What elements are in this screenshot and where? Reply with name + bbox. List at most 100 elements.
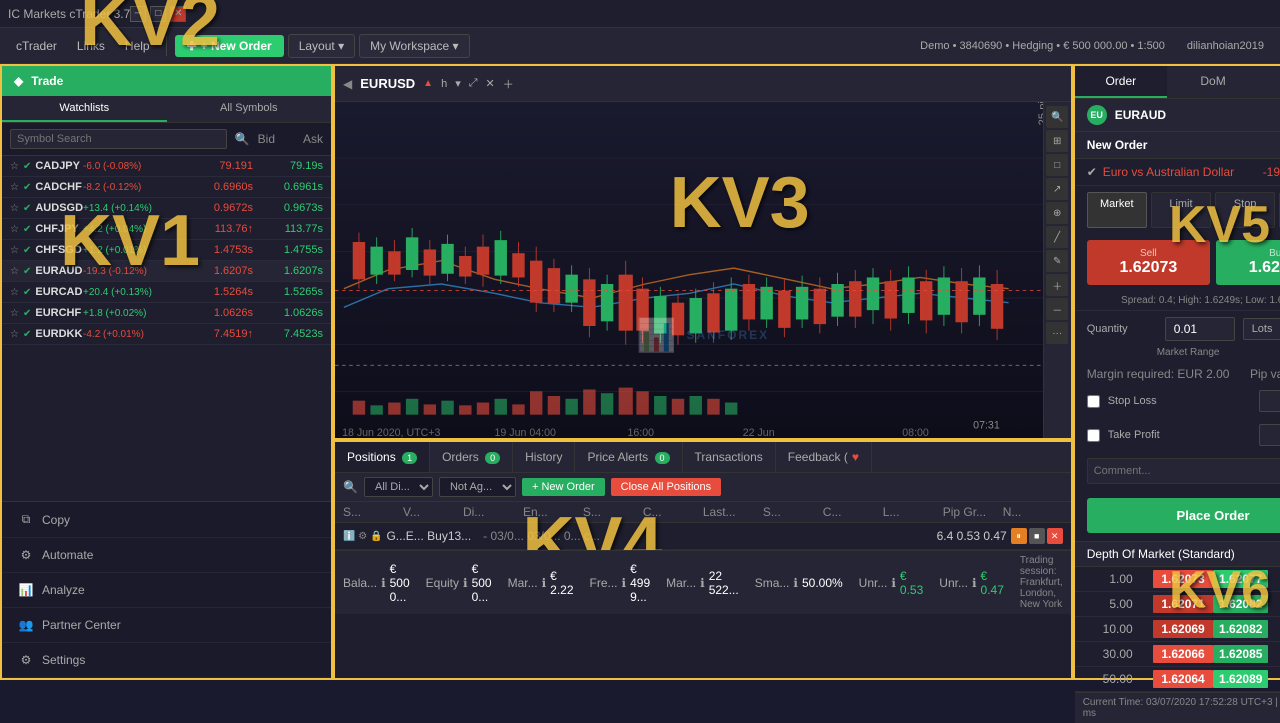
star-icon: ☆ (10, 161, 19, 172)
position-actions: ⏸ ■ ✕ (1011, 528, 1063, 544)
pause-button[interactable]: ⏸ (1011, 528, 1027, 544)
info-icon-7: ℹ (891, 576, 896, 590)
take-profit-checkbox[interactable] (1087, 429, 1100, 442)
star-icon: ☆ (10, 308, 19, 319)
star-icon: ☆ (10, 245, 19, 256)
pair-change: -19.3 (-0.12%) (1263, 165, 1280, 179)
arrow-icon[interactable]: ↗ (1046, 178, 1068, 200)
symbol-ask: 7.4523s (253, 328, 323, 340)
row-info: ℹ️ ⚙ 🔒 G...E... Buy13... - 03/0... 03/0.… (343, 528, 1063, 544)
dom-ask-value[interactable]: 1.62089 (1213, 670, 1268, 688)
dom-bid-value[interactable]: 1.62066 (1153, 645, 1213, 663)
order-type-market[interactable]: Market (1087, 192, 1147, 228)
pip-value-label: Pip value: € 0.06 (1250, 367, 1280, 381)
tab-orders[interactable]: Orders 0 (430, 442, 513, 472)
partner-center-menu-item[interactable]: 👥 Partner Center (2, 608, 331, 643)
bottom-toolbar: 🔍 All Di... Not Ag... + New Order Close … (335, 473, 1071, 502)
automate-menu-item[interactable]: ⚙ Automate (2, 538, 331, 573)
stop-loss-checkbox[interactable] (1087, 395, 1100, 408)
dom-ask-value[interactable]: 1.62082 (1213, 620, 1268, 638)
chart-close-icon[interactable]: ✕ (486, 77, 495, 90)
minus-icon[interactable]: － (1046, 298, 1068, 320)
dom-section: Depth Of Market (Standard) ▲ 1.00 1.6207… (1075, 541, 1280, 723)
take-profit-input[interactable] (1259, 424, 1280, 446)
stat-free-label: Fre... (590, 576, 618, 590)
symbol-ask: 0.9673s (253, 202, 323, 214)
dom-ask-value[interactable]: 1.62085 (1213, 645, 1268, 663)
dom-bid-value[interactable]: 1.62069 (1153, 620, 1213, 638)
list-item[interactable]: ☆ ✔ EURDKK -4.2 (+0.01%) 7.4519↑ 7.4523s (2, 324, 331, 345)
symbol-bid: 1.0626s (183, 307, 253, 319)
check-icon: ✔ (23, 245, 31, 256)
svg-text:07:31: 07:31 (973, 419, 1000, 431)
lots-dropdown[interactable]: Lots (1243, 318, 1280, 340)
tab-history[interactable]: History (513, 442, 575, 472)
tab-feedback[interactable]: Feedback ( ♥ (776, 442, 872, 472)
list-item[interactable]: ☆ ✔ EURCAD +20.4 (+0.13%) 1.5264s 1.5265… (2, 282, 331, 303)
ask-header: Ask (303, 132, 323, 146)
symbol-ask: 1.6207s (253, 265, 323, 277)
check-icon: ✔ (23, 308, 31, 319)
search-input[interactable] (10, 129, 227, 149)
order-desc: ✔ Euro vs Australian Dollar -19.3 (-0.12… (1075, 159, 1280, 186)
analyze-menu-item[interactable]: 📊 Analyze (2, 573, 331, 608)
tab-dom[interactable]: DoM (1167, 66, 1259, 98)
tab-price-alerts[interactable]: Price Alerts 0 (575, 442, 682, 472)
filter-agg-dropdown[interactable]: Not Ag... (439, 477, 516, 497)
stat-sma: Sma... ℹ 50.00% (755, 555, 843, 610)
check-icon: ✔ (23, 287, 31, 298)
symbol-change: +1.8 (+0.02%) (83, 308, 183, 319)
stat-sma-value: 50.00% (802, 576, 843, 590)
comment-input[interactable] (1087, 458, 1280, 484)
plus-icon[interactable]: ＋ (1046, 274, 1068, 296)
close-button[interactable]: ✕ (1047, 528, 1063, 544)
line-icon[interactable]: ╱ (1046, 226, 1068, 248)
stop-loss-input[interactable] (1259, 390, 1280, 412)
symbol-change: +20.4 (+0.13%) (83, 287, 183, 298)
list-item[interactable]: ☆ ✔ CADJPY -6.0 (-0.08%) 79.191 79.19s (2, 156, 331, 177)
bottom-new-order-button[interactable]: + New Order (522, 478, 605, 496)
quantity-input[interactable] (1165, 317, 1235, 341)
chart-symbol[interactable]: EURUSD (360, 76, 415, 91)
filter-all-dropdown[interactable]: All Di... (364, 477, 433, 497)
close-all-positions-button[interactable]: Close All Positions (611, 478, 722, 496)
list-item[interactable]: ☆ ✔ EURCHF +1.8 (+0.02%) 1.0626s 1.0626s (2, 303, 331, 324)
zoom-in-icon[interactable]: 🔍 (1046, 106, 1068, 128)
list-item[interactable]: ☆ ✔ CADCHF -8.2 (-0.12%) 0.6960s 0.6961s (2, 177, 331, 198)
settings-menu-item[interactable]: ⚙ Settings (2, 643, 331, 678)
chart-nav-icon[interactable]: ◀ (343, 77, 352, 91)
copy-menu-item[interactable]: ⧉ Copy (2, 502, 331, 538)
workspace-button[interactable]: My Workspace ▾ (359, 34, 470, 58)
layout-button[interactable]: Layout ▾ (288, 34, 355, 58)
check-icon: ✔ (23, 224, 31, 235)
stat-unr1-label: Unr... (859, 576, 888, 590)
chart-tf-dropdown[interactable]: ▾ (455, 77, 461, 90)
dom-bid-value[interactable]: 1.62064 (1153, 670, 1213, 688)
pen-icon[interactable]: ✎ (1046, 250, 1068, 272)
symbol-change: -6.0 (-0.08%) (83, 161, 183, 172)
tab-calendar[interactable]: Calendar (1259, 66, 1280, 98)
grid-icon[interactable]: ⊞ (1046, 130, 1068, 152)
panel-tabs: Watchlists All Symbols (2, 96, 331, 123)
tab-all-symbols[interactable]: All Symbols (167, 96, 332, 122)
stop-button[interactable]: ■ (1029, 528, 1045, 544)
chart-add-icon[interactable]: ＋ (503, 76, 514, 92)
symbol-ask: 0.6961s (253, 181, 323, 193)
tab-positions[interactable]: Positions 1 (335, 442, 430, 472)
chart-timeframe[interactable]: h (441, 78, 447, 90)
crosshair-icon[interactable]: ⊕ (1046, 202, 1068, 224)
menu-item-ctrader[interactable]: cTrader (8, 35, 65, 57)
more-icon[interactable]: ··· (1046, 322, 1068, 344)
table-row[interactable]: ℹ️ ⚙ 🔒 G...E... Buy13... - 03/0... 03/0.… (335, 523, 1071, 550)
trade-icon: ◆ (14, 74, 23, 88)
place-order-button[interactable]: Place Order (1087, 498, 1280, 533)
svg-text:08:00: 08:00 (902, 427, 929, 438)
username-label: dilianhoian2019 (1179, 40, 1272, 52)
chart-expand-icon[interactable]: ⤢ (469, 77, 478, 90)
tab-transactions[interactable]: Transactions (683, 442, 776, 472)
tab-order[interactable]: Order (1075, 66, 1167, 98)
tab-watchlists[interactable]: Watchlists (2, 96, 167, 122)
spread-row: Spread: 0.4; High: 1.6249s; Low: 1.6173z (1075, 291, 1280, 311)
square-icon[interactable]: □ (1046, 154, 1068, 176)
stat-mar2: Mar... ℹ 22 522... (666, 555, 739, 610)
